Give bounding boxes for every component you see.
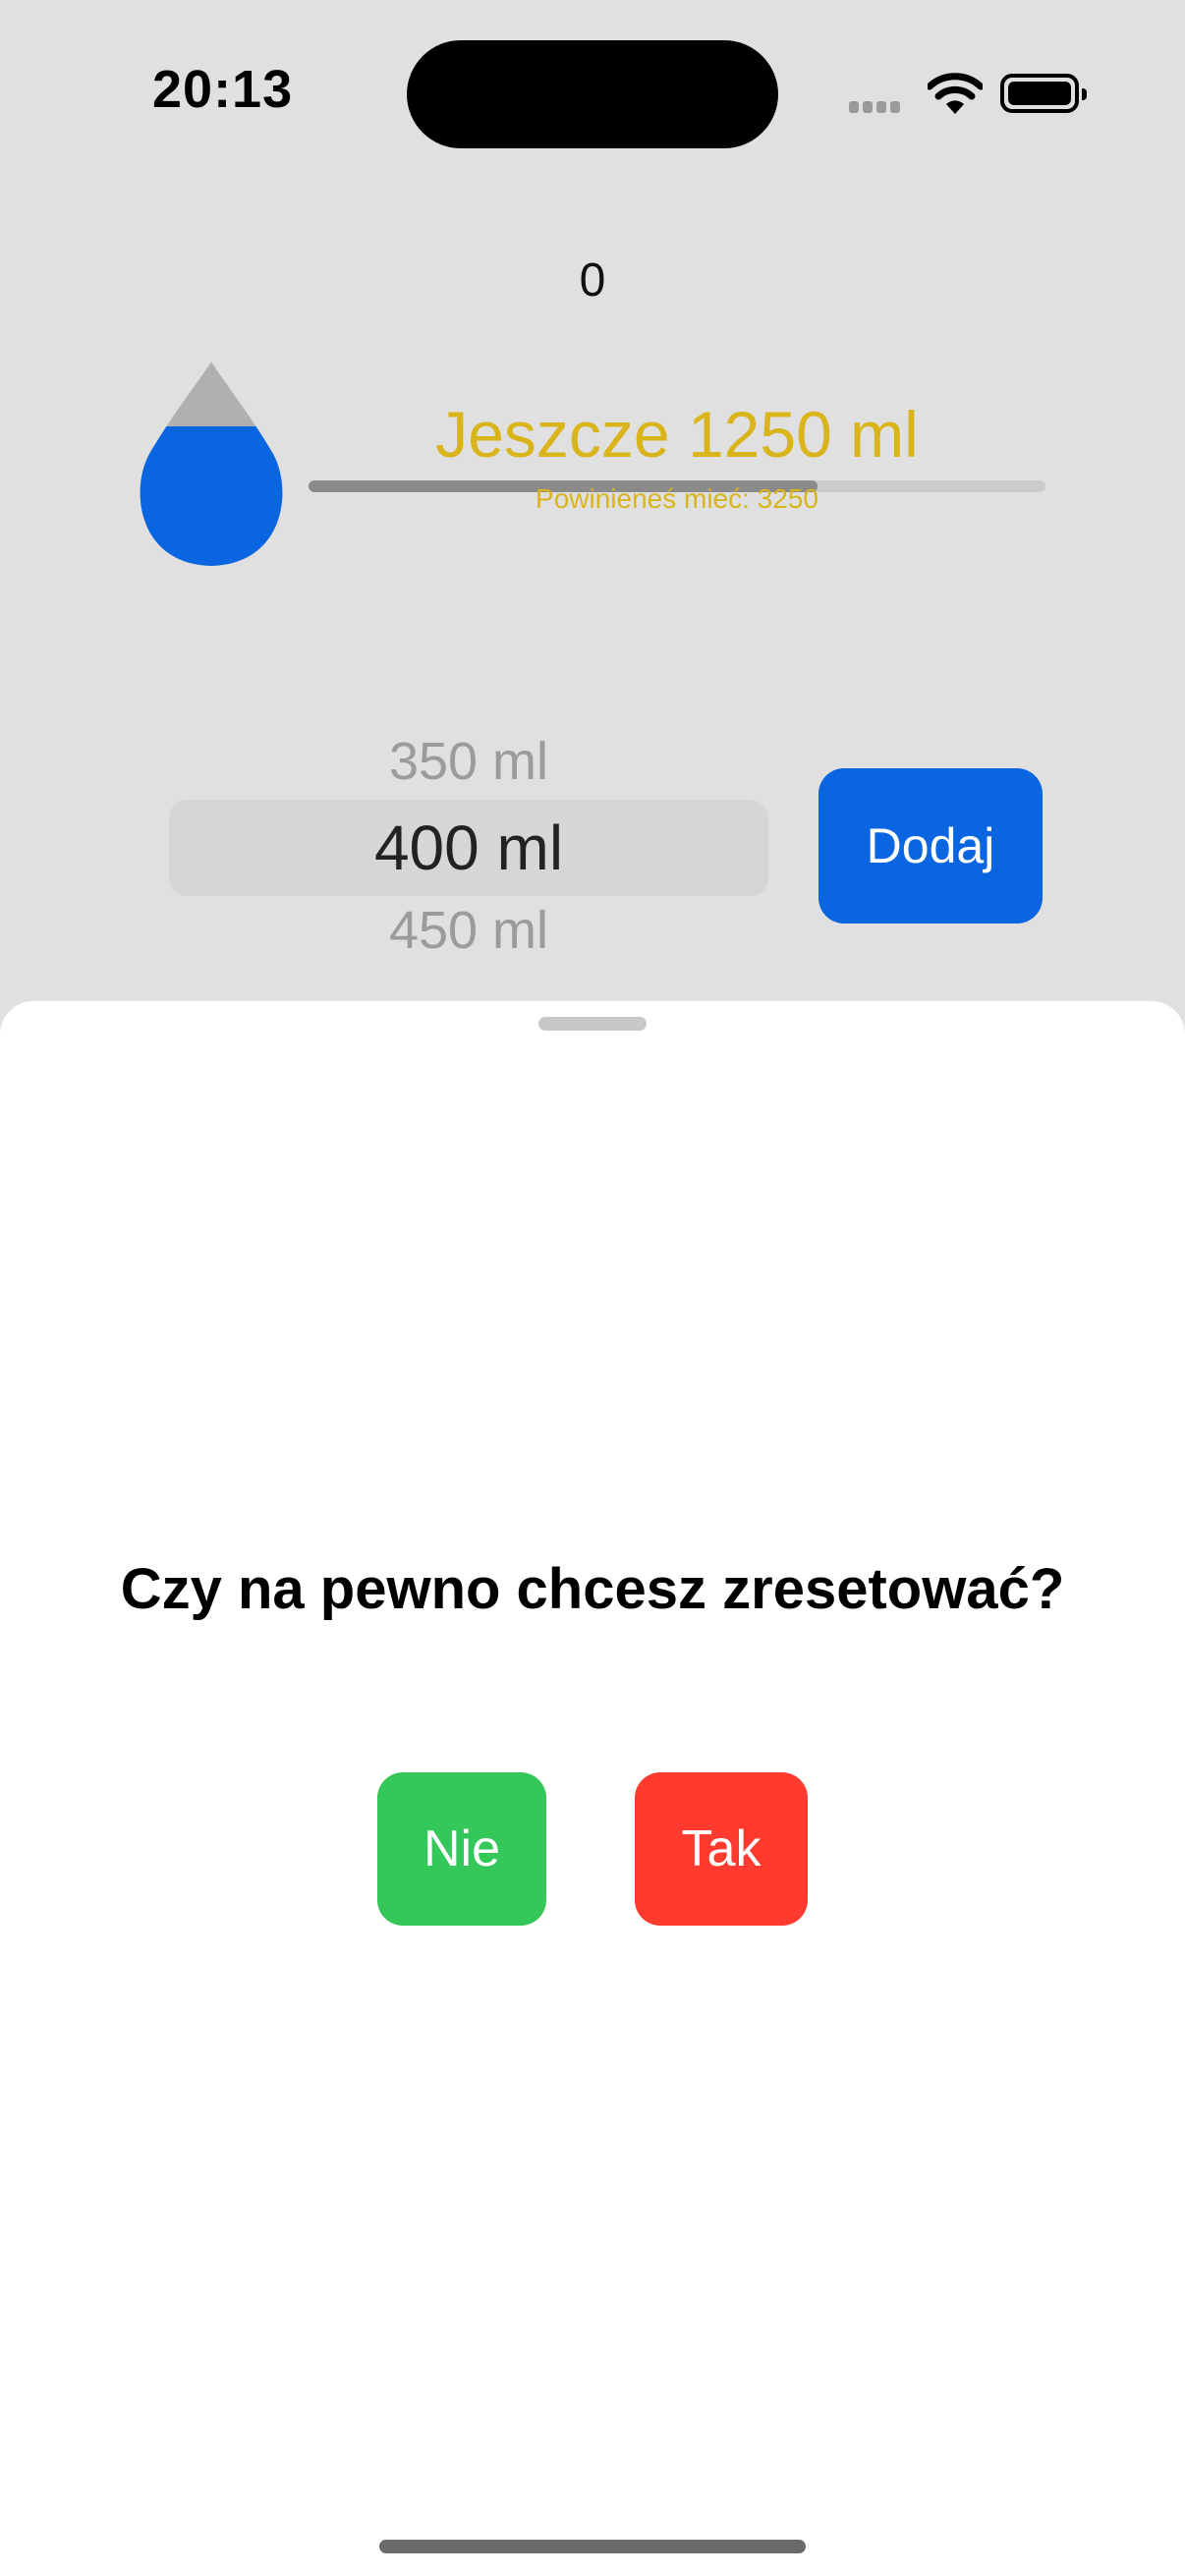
picker-option-selected[interactable]: 400 ml (169, 812, 768, 884)
battery-icon (1000, 74, 1087, 113)
sheet-grabber[interactable] (538, 1017, 647, 1031)
remaining-amount-label: Jeszcze 1250 ml (435, 398, 919, 471)
picker-option-next[interactable]: 450 ml (169, 900, 768, 961)
cancel-reset-button[interactable]: Nie (377, 1772, 546, 1926)
water-drop-icon (140, 362, 283, 566)
target-amount-label: Powinieneś mieć: 3250 (536, 483, 818, 514)
home-indicator[interactable] (379, 2540, 806, 2553)
reset-confirmation-sheet: Czy na pewno chcesz zresetować? Nie Tak (0, 1001, 1185, 2576)
status-time: 20:13 (152, 60, 294, 119)
amount-picker[interactable]: 350 ml 400 ml 450 ml (169, 727, 768, 963)
wifi-icon (928, 73, 983, 114)
drink-counter: 0 (579, 254, 606, 307)
reset-question: Czy na pewno chcesz zresetować? (120, 1557, 1065, 1621)
add-button[interactable]: Dodaj (818, 768, 1043, 924)
picker-option-previous[interactable]: 350 ml (169, 731, 768, 792)
confirm-reset-button[interactable]: Tak (635, 1772, 808, 1926)
dynamic-island (407, 40, 778, 148)
